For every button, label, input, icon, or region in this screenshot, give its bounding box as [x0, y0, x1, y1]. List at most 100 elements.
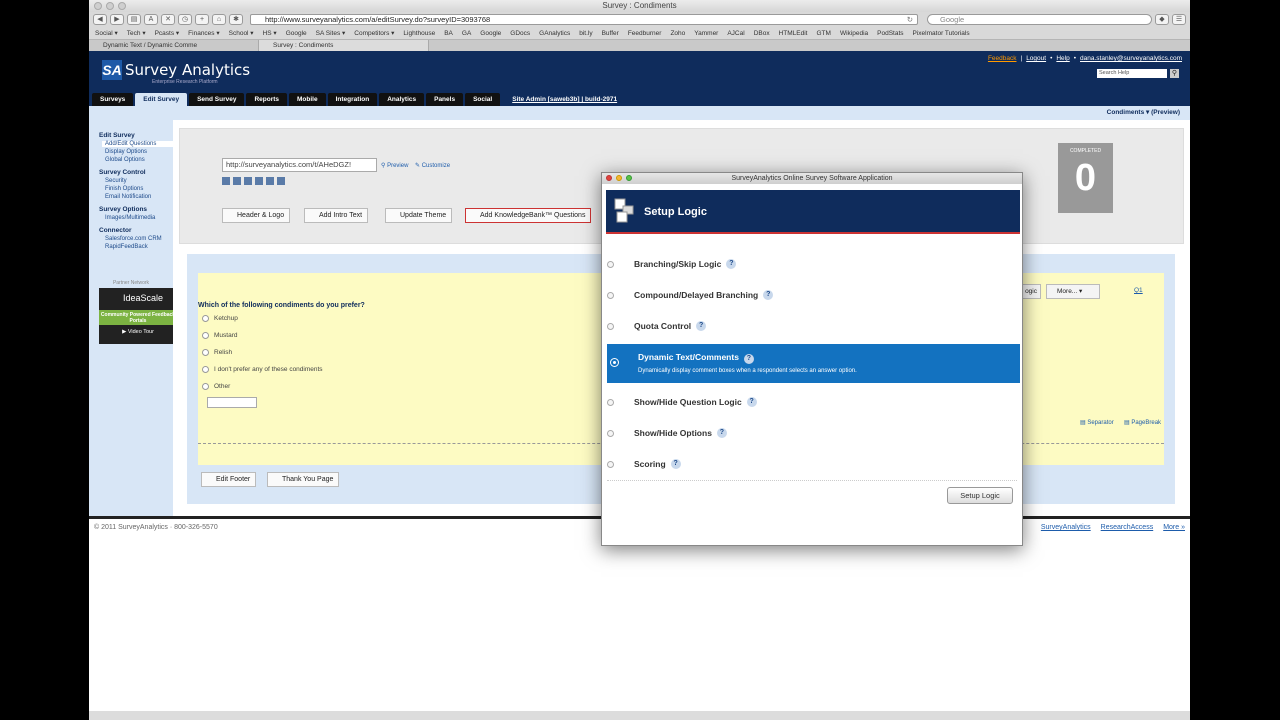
radio-icon[interactable] [202, 332, 209, 339]
question-number-link[interactable]: Q1 [1134, 287, 1143, 294]
add-bookmark-icon[interactable]: + [195, 14, 209, 25]
evernote-icon[interactable]: ◆ [1155, 14, 1169, 25]
bookmark-item[interactable]: GA [462, 30, 471, 37]
bookmark-item[interactable]: Google [286, 30, 307, 37]
home-icon[interactable]: ⌂ [212, 14, 226, 25]
logic-option-dynamic-text[interactable]: Dynamic Text/Comments? Dynamically displ… [607, 344, 1020, 383]
search-icon[interactable]: ⚲ [1170, 69, 1179, 78]
bookmark-item[interactable]: Zoho [670, 30, 685, 37]
preview-survey-link[interactable]: ⚲ Preview [381, 162, 408, 169]
preview-link[interactable]: (Preview) [1151, 109, 1180, 116]
bookmark-item[interactable]: Feedburner [628, 30, 662, 37]
sidebar-item[interactable]: Email Notification [105, 194, 173, 200]
bookmark-item[interactable]: AJCal [727, 30, 744, 37]
tab-integration[interactable]: Integration [327, 93, 378, 106]
pagebreak-link[interactable]: ▤ PageBreak [1124, 419, 1161, 426]
update-theme-button[interactable]: Update Theme [385, 208, 453, 223]
radio-icon[interactable] [607, 291, 614, 299]
help-icon[interactable]: ? [743, 354, 754, 364]
bookmark-item[interactable]: Buffer [602, 30, 619, 37]
help-icon[interactable]: ? [696, 321, 707, 331]
bookmark-item[interactable]: Google [480, 30, 501, 37]
logo[interactable]: SA Survey Analytics Enterprise Research … [102, 60, 250, 85]
user-email-link[interactable]: dana.stanley@surveyanalytics.com [1080, 55, 1182, 62]
settings-icon[interactable]: ☰ [1172, 14, 1186, 25]
tab-social[interactable]: Social [465, 93, 501, 106]
browser-search-input[interactable]: Google [927, 14, 1152, 25]
bookmark-item[interactable]: bit.ly [579, 30, 592, 37]
survey-url-field[interactable]: http://surveyanalytics.com/t/AHeDGZ! [222, 158, 377, 172]
address-bar[interactable]: http://www.surveyanalytics.com/a/editSur… [250, 14, 918, 25]
sidebar-item[interactable]: Salesforce.com CRM [105, 236, 173, 242]
logic-option-quota[interactable]: Quota Control? [607, 321, 1021, 331]
back-icon[interactable]: ◀ [93, 14, 107, 25]
ideascale-banner[interactable]: IdeaScale Community Powered Feedback Por… [99, 288, 177, 344]
site-admin-link[interactable]: Site Admin [saweb3b] | build-2971 [512, 93, 617, 106]
customize-link[interactable]: ✎ Customize [415, 162, 450, 169]
bookmark-item[interactable]: School ▾ [229, 29, 254, 37]
radio-icon[interactable] [202, 383, 209, 390]
zoom-window-icon[interactable] [118, 2, 126, 10]
bookmark-item[interactable]: HTMLEdit [779, 30, 808, 37]
sidebar-item[interactable]: Add/Edit Questions [102, 141, 173, 147]
bookmark-item[interactable]: BA [444, 30, 453, 37]
tab-surveys[interactable]: Surveys [92, 93, 134, 106]
logic-option-show-hide-question[interactable]: Show/Hide Question Logic? [607, 397, 1021, 407]
bookmark-item[interactable]: GTM [817, 30, 831, 37]
bookmark-item[interactable]: DBox [754, 30, 770, 37]
add-intro-text-button[interactable]: Add Intro Text [304, 208, 369, 223]
radio-icon[interactable] [607, 260, 614, 268]
radio-icon[interactable] [202, 366, 209, 373]
bookmark-item[interactable]: HS ▾ [263, 29, 277, 37]
header-logo-button[interactable]: Header & Logo [222, 208, 291, 223]
minimize-window-icon[interactable] [106, 2, 114, 10]
close-tab-icon[interactable]: ✕ [161, 14, 175, 25]
tab-send-survey[interactable]: Send Survey [189, 93, 245, 106]
option-none[interactable]: I don't prefer any of these condiments [202, 366, 323, 373]
help-icon[interactable]: ? [716, 428, 727, 438]
bookmark-item[interactable]: Wikipedia [840, 30, 868, 37]
close-window-icon[interactable] [94, 2, 102, 10]
sidebar-item[interactable]: Security [105, 178, 173, 184]
tab-analytics[interactable]: Analytics [379, 93, 425, 106]
help-icon[interactable]: ? [763, 290, 774, 300]
separator-link[interactable]: ▤ Separator [1080, 419, 1114, 426]
bookmark-item[interactable]: Finances ▾ [188, 29, 219, 37]
forward-icon[interactable]: ▶ [110, 14, 124, 25]
qr-icon[interactable] [255, 177, 263, 185]
bookmark-item[interactable]: Yammer [694, 30, 718, 37]
bookmark-item[interactable]: GAnalytics [539, 30, 570, 37]
dialog-close-icon[interactable] [606, 175, 612, 181]
bookmark-item[interactable]: Lighthouse [403, 30, 435, 37]
survey-selector[interactable]: Condiments ▾ [1107, 109, 1150, 116]
bookmark-item[interactable]: GDocs [510, 30, 530, 37]
facebook-icon[interactable] [222, 177, 230, 185]
sidebar-item[interactable]: Images/Multimedia [105, 215, 173, 221]
digg-icon[interactable] [233, 177, 241, 185]
radio-icon[interactable] [607, 398, 614, 406]
bookmark-item[interactable]: SA Sites ▾ [316, 29, 346, 37]
extension-icon[interactable]: ✱ [229, 14, 243, 25]
tab-panels[interactable]: Panels [426, 93, 464, 106]
logic-option-scoring[interactable]: Scoring? [607, 459, 1021, 469]
bookmarks-icon[interactable]: ▤ [127, 14, 141, 25]
edit-footer-button[interactable]: Edit Footer [201, 472, 257, 487]
logic-option-compound[interactable]: Compound/Delayed Branching? [607, 290, 1021, 300]
sidebar-item[interactable]: RapidFeedBack [105, 244, 173, 250]
sidebar-item[interactable]: Finish Options [105, 186, 173, 192]
footer-link-researchaccess[interactable]: ResearchAccess [1101, 524, 1154, 531]
search-help-input[interactable]: Search Help [1097, 69, 1167, 78]
radio-icon[interactable] [607, 460, 614, 468]
bookmark-item[interactable]: Tech ▾ [127, 29, 146, 37]
footer-link-more[interactable]: More » [1163, 524, 1185, 531]
tab-reports[interactable]: Reports [246, 93, 288, 106]
help-icon[interactable]: ? [746, 397, 757, 407]
browser-tab-dynamic-text[interactable]: Dynamic Text / Dynamic Comme [89, 40, 259, 51]
browser-tab-survey[interactable]: Survey : Condiments [259, 40, 429, 51]
bookmark-item[interactable]: PodStats [877, 30, 903, 37]
radio-icon[interactable] [202, 315, 209, 322]
logic-option-show-hide-options[interactable]: Show/Hide Options? [607, 428, 1021, 438]
dialog-zoom-icon[interactable] [626, 175, 632, 181]
radio-icon[interactable] [607, 429, 614, 437]
radio-icon[interactable] [607, 322, 614, 330]
